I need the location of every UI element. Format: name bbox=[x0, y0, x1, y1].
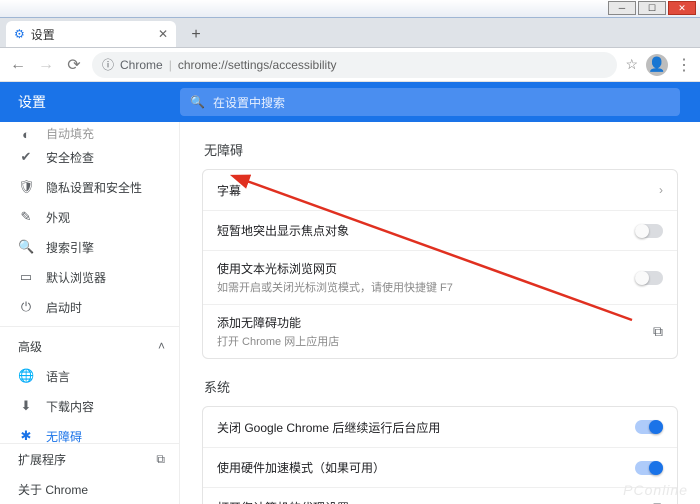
sidebar-item-label: 启动时 bbox=[46, 299, 82, 316]
toggle-switch[interactable] bbox=[635, 224, 663, 238]
sidebar-item-accessibility[interactable]: ✱ 无障碍 bbox=[0, 421, 179, 443]
settings-row[interactable]: 使用硬件加速模式（如果可用） bbox=[203, 447, 677, 487]
toggle-switch[interactable] bbox=[635, 420, 663, 434]
sidebar-item-label: 默认浏览器 bbox=[46, 269, 106, 286]
sidebar-icon: ✱ bbox=[18, 428, 34, 443]
sidebar-item[interactable]: ▭ 默认浏览器 bbox=[0, 262, 179, 292]
sidebar-icon: ◐ bbox=[18, 127, 34, 142]
sidebar-icon: ✔ bbox=[18, 149, 34, 165]
sidebar-icon: ⬇ bbox=[18, 398, 34, 414]
toolbar: ← → ⟳ ⓘ Chrome | chrome://settings/acces… bbox=[0, 48, 700, 82]
sidebar-item-label: 语言 bbox=[46, 368, 70, 385]
settings-row[interactable]: 关闭 Google Chrome 后继续运行后台应用 bbox=[203, 407, 677, 447]
sidebar-item-label: 隐私设置和安全性 bbox=[46, 179, 142, 196]
sidebar-item-label: 搜索引擎 bbox=[46, 239, 94, 256]
bookmark-star-icon[interactable]: ☆ bbox=[625, 56, 638, 73]
tab-strip: ⚙ 设置 ✕ + bbox=[0, 18, 700, 48]
sidebar-icon: 🔍 bbox=[18, 239, 34, 255]
external-link-icon: ⧉ bbox=[653, 499, 663, 504]
section-title-system: 系统 bbox=[204, 377, 678, 396]
profile-avatar[interactable]: 👤 bbox=[646, 54, 668, 76]
sidebar-icon: 🌐 bbox=[18, 368, 34, 384]
sidebar-item-label: 外观 bbox=[46, 209, 70, 226]
external-link-icon: ⧉ bbox=[156, 452, 165, 467]
sidebar-item[interactable]: 🔍 搜索引擎 bbox=[0, 232, 179, 262]
sidebar-bottom-item[interactable]: 扩展程序 ⧉ bbox=[0, 444, 179, 474]
sidebar-group-advanced[interactable]: 高级 ˄ bbox=[0, 331, 179, 361]
menu-button[interactable]: ⋮ bbox=[676, 55, 692, 75]
tab-close-icon[interactable]: ✕ bbox=[158, 27, 168, 41]
sidebar-item[interactable]: ◐ 自动填充 bbox=[0, 122, 179, 142]
sidebar-item-label: 关于 Chrome bbox=[18, 481, 88, 498]
forward-button[interactable]: → bbox=[36, 56, 56, 74]
window-minimize-button[interactable]: ─ bbox=[608, 1, 636, 15]
settings-search[interactable]: 🔍 在设置中搜索 bbox=[180, 88, 680, 116]
row-title: 添加无障碍功能 bbox=[217, 314, 339, 331]
search-icon: 🔍 bbox=[190, 95, 205, 109]
row-title: 关闭 Google Chrome 后继续运行后台应用 bbox=[217, 419, 440, 436]
sidebar-item[interactable]: ⏻ 启动时 bbox=[0, 292, 179, 322]
new-tab-button[interactable]: + bbox=[184, 23, 208, 47]
row-title: 短暂地突出显示焦点对象 bbox=[217, 222, 349, 239]
tab-title: 设置 bbox=[31, 26, 55, 43]
sidebar-bottom-item[interactable]: 关于 Chrome bbox=[0, 474, 179, 504]
content-pane: 无障碍 字幕 › 短暂地突出显示焦点对象使用文本光标浏览网页如需开启或关闭光标浏览模… bbox=[180, 122, 700, 504]
external-link-icon: ⧉ bbox=[653, 323, 663, 340]
settings-row[interactable]: 短暂地突出显示焦点对象 bbox=[203, 210, 677, 250]
sidebar-group-label: 高级 bbox=[18, 338, 42, 355]
card-accessibility: 字幕 › 短暂地突出显示焦点对象使用文本光标浏览网页如需开启或关闭光标浏览模式，请使… bbox=[202, 169, 678, 359]
toggle-switch[interactable] bbox=[635, 271, 663, 285]
main-area: ◐ 自动填充 ✔ 安全检查 🛡 隐私设置和安全性 ✎ 外观 🔍 搜索引擎 ▭ 默认浏览器 ⏻ 启动时高级 ˄… bbox=[0, 122, 700, 504]
settings-row[interactable]: 打开您计算机的代理设置 ⧉ bbox=[203, 487, 677, 504]
sidebar-item-label: 下载内容 bbox=[46, 398, 94, 415]
gear-icon: ⚙ bbox=[14, 27, 25, 41]
search-placeholder: 在设置中搜索 bbox=[213, 94, 285, 111]
row-subtitle: 如需开启或关闭光标浏览模式，请使用快捷键 F7 bbox=[217, 279, 453, 295]
tab-settings[interactable]: ⚙ 设置 ✕ bbox=[6, 21, 176, 47]
sidebar: ◐ 自动填充 ✔ 安全检查 🛡 隐私设置和安全性 ✎ 外观 🔍 搜索引擎 ▭ 默认浏览器 ⏻ 启动时高级 ˄… bbox=[0, 122, 180, 504]
window-titlebar: ─ ☐ ✕ bbox=[0, 0, 700, 18]
watermark: PConline bbox=[623, 482, 688, 498]
sidebar-item[interactable]: ⬇ 下载内容 bbox=[0, 391, 179, 421]
window-close-button[interactable]: ✕ bbox=[668, 1, 696, 15]
sidebar-item-label: 自动填充 bbox=[46, 125, 94, 142]
omnibox-path: chrome://settings/accessibility bbox=[178, 58, 337, 72]
site-info-icon[interactable]: ⓘ bbox=[102, 56, 114, 73]
chevron-right-icon: › bbox=[659, 183, 663, 197]
address-bar[interactable]: ⓘ Chrome | chrome://settings/accessibili… bbox=[92, 52, 617, 78]
back-button[interactable]: ← bbox=[8, 56, 28, 74]
page-title: 设置 bbox=[0, 92, 180, 112]
omnibox-site: Chrome bbox=[120, 58, 163, 72]
toggle-switch[interactable] bbox=[635, 461, 663, 475]
sidebar-icon: ✎ bbox=[18, 209, 34, 225]
row-title: 打开您计算机的代理设置 bbox=[217, 499, 349, 504]
sidebar-item-label: 安全检查 bbox=[46, 149, 94, 166]
row-title: 使用文本光标浏览网页 bbox=[217, 260, 453, 277]
sidebar-item[interactable]: ✎ 外观 bbox=[0, 202, 179, 232]
section-title-accessibility: 无障碍 bbox=[204, 140, 678, 159]
settings-row[interactable]: 使用文本光标浏览网页如需开启或关闭光标浏览模式，请使用快捷键 F7 bbox=[203, 250, 677, 304]
row-title: 使用硬件加速模式（如果可用） bbox=[217, 459, 385, 476]
row-title: 字幕 bbox=[217, 182, 241, 199]
row-subtitle: 打开 Chrome 网上应用店 bbox=[217, 333, 339, 349]
window-maximize-button[interactable]: ☐ bbox=[638, 1, 666, 15]
chevron-up-icon: ˄ bbox=[158, 339, 165, 353]
sidebar-icon: ⏻ bbox=[18, 299, 34, 315]
sidebar-item[interactable]: ✔ 安全检查 bbox=[0, 142, 179, 172]
settings-row[interactable]: 字幕 › bbox=[203, 170, 677, 210]
sidebar-item[interactable]: 🛡 隐私设置和安全性 bbox=[0, 172, 179, 202]
sidebar-item-label: 扩展程序 bbox=[18, 451, 66, 468]
sidebar-item-label: 无障碍 bbox=[46, 428, 82, 444]
sidebar-icon: 🛡 bbox=[18, 179, 34, 195]
card-system: 关闭 Google Chrome 后继续运行后台应用使用硬件加速模式（如果可用）… bbox=[202, 406, 678, 504]
sidebar-item[interactable]: 🌐 语言 bbox=[0, 361, 179, 391]
settings-header: 设置 🔍 在设置中搜索 bbox=[0, 82, 700, 122]
sidebar-icon: ▭ bbox=[18, 269, 34, 285]
settings-row[interactable]: 添加无障碍功能打开 Chrome 网上应用店 ⧉ bbox=[203, 304, 677, 358]
reload-button[interactable]: ⟳ bbox=[64, 55, 84, 75]
